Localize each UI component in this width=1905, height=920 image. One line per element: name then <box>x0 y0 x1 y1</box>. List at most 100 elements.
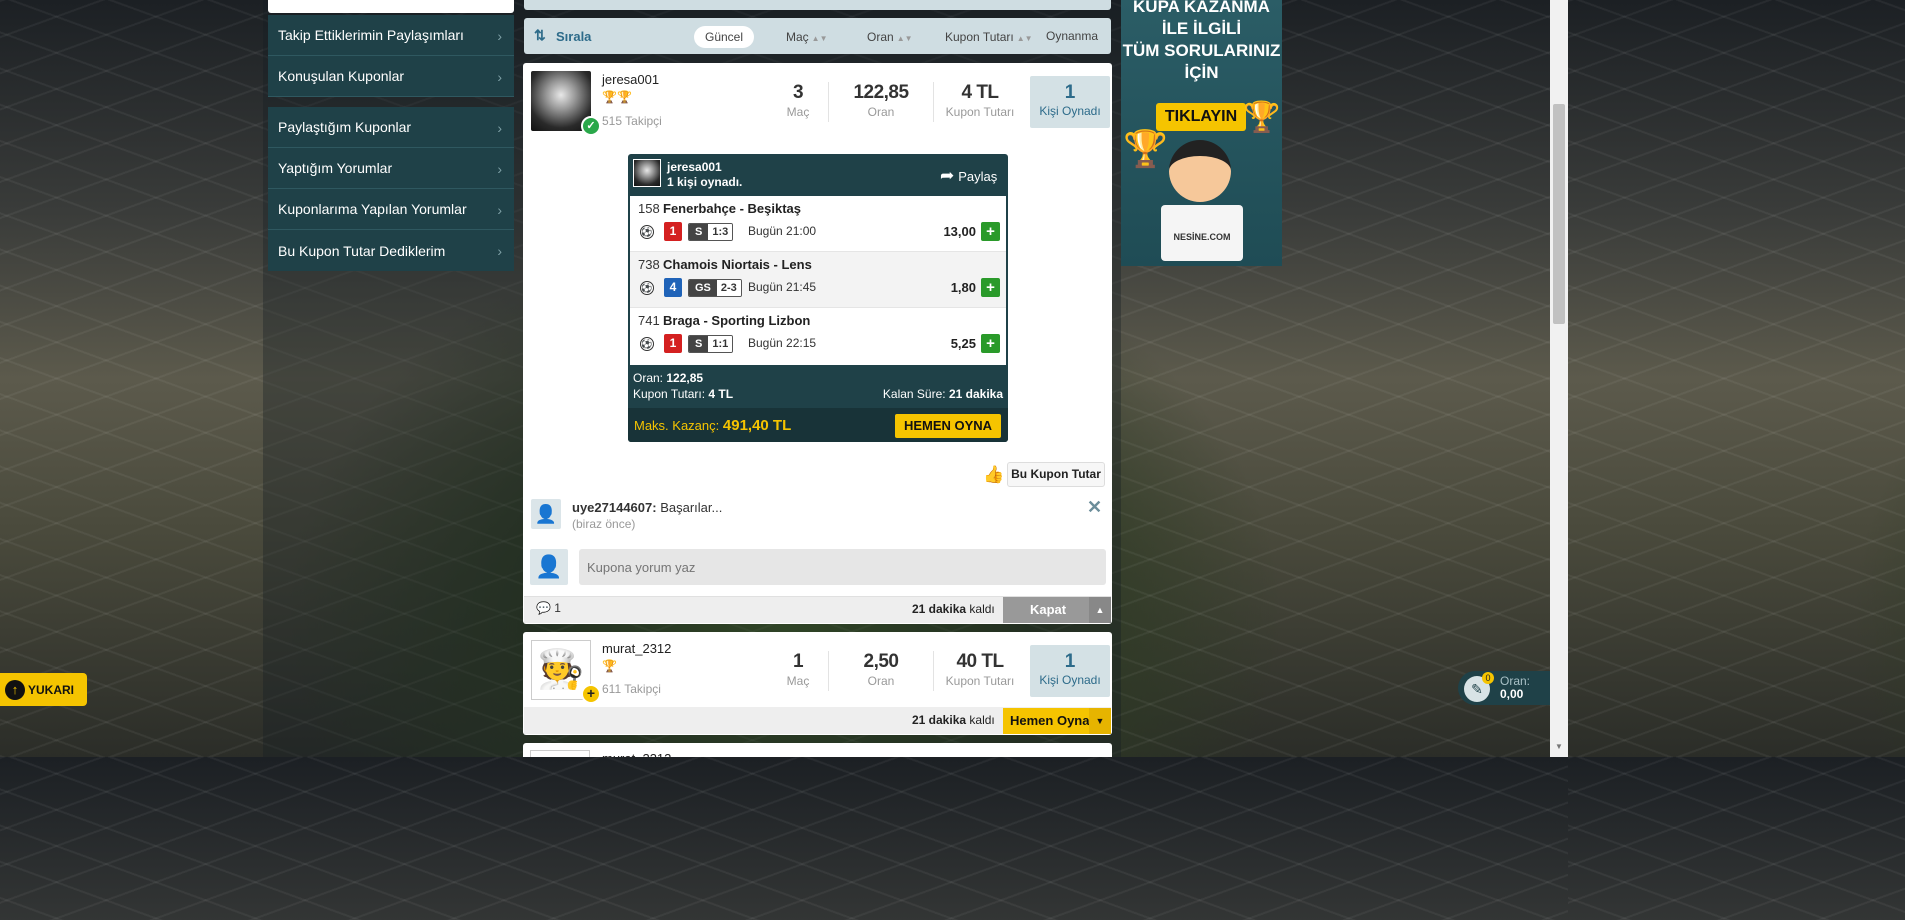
play-now-button[interactable]: Hemen Oyna ▼ <box>1003 708 1111 734</box>
played-value: 1 <box>1064 651 1076 672</box>
divider <box>828 651 829 691</box>
sidebar-item-my-shared-coupons[interactable]: Paylaştığım Kuponlar › <box>268 107 514 148</box>
match-name[interactable]: Chamois Niortais - Lens <box>663 257 812 272</box>
play-now-label: Hemen Oyna <box>1010 713 1090 728</box>
played-count-box[interactable]: 1 Kişi Oynadı <box>1030 645 1110 697</box>
chevron-right-icon: › <box>497 28 502 44</box>
scrollbar-down-arrow[interactable]: ▼ <box>1553 742 1565 754</box>
match-name[interactable]: Fenerbahçe - Beşiktaş <box>663 201 801 216</box>
match-odd: 13,00 <box>943 224 976 239</box>
match-row: 741 Braga - Sporting Lizbon ⚽ 1 S 1:1 Bug… <box>630 308 1006 364</box>
promo-banner[interactable]: KUPA KAZANMA İLE İLGİLİ TÜM SORULARINIZ … <box>1121 0 1282 266</box>
played-label: Kişi Oynadı <box>1039 104 1101 118</box>
time-left: 21 dakika kaldı <box>912 713 995 727</box>
scroll-to-top-button[interactable]: ↑ YUKARI <box>0 673 87 706</box>
divider <box>933 651 934 691</box>
coupon-will-win-button[interactable]: Bu Kupon Tutar <box>1007 462 1105 487</box>
sort-by-match-button[interactable]: Maç ▲▼ <box>786 30 828 44</box>
chevron-right-icon: › <box>497 243 502 259</box>
match-time: Bugün 22:15 <box>748 336 817 350</box>
sidebar-item-label: Takip Ettiklerimin Paylaşımları <box>278 27 464 43</box>
trophy-icon: 🏆 <box>1243 101 1281 134</box>
sidebar-item-coupon-will-win[interactable]: Bu Kupon Tutar Dediklerim › <box>268 230 514 271</box>
scrollbar-thumb[interactable] <box>1553 104 1565 324</box>
remaining-label: Kalan Süre: <box>882 387 946 401</box>
comment-bubble-icon: 💬 <box>536 601 551 615</box>
follower-count: 611 Takipçi <box>602 682 661 696</box>
sidebar-menu-group-2: Paylaştığım Kuponlar › Yaptığım Yorumlar… <box>268 107 514 271</box>
user-avatar[interactable] <box>530 750 590 757</box>
sort-label: Sırala <box>556 28 592 44</box>
sort-arrows-icon: ▲▼ <box>811 34 828 43</box>
sidebar-item-my-comments[interactable]: Yaptığım Yorumlar › <box>268 148 514 189</box>
odds-label: Oran: <box>633 371 664 385</box>
comment-input[interactable] <box>579 549 1106 585</box>
follow-plus-icon[interactable]: + <box>581 684 601 704</box>
match-row: 738 Chamois Niortais - Lens ⚽ 4 GS 2-3 Bu… <box>630 252 1006 308</box>
sort-arrows-icon: ▲▼ <box>1016 34 1033 43</box>
match-time: Bugün 21:00 <box>748 224 817 238</box>
stat-value: 4 TL <box>961 82 999 103</box>
betslip-count-badge: 0 <box>1482 672 1494 684</box>
market-handicap: 1:1 <box>708 336 733 352</box>
betslip-odds-label: Oran: <box>1500 674 1531 688</box>
sidebar-item-label: Konuşulan Kuponlar <box>278 68 405 84</box>
post-username[interactable]: murat_2312 <box>602 641 671 656</box>
post-username[interactable]: murat_2312 <box>602 751 671 757</box>
odds-value: 122,85 <box>666 371 704 385</box>
stat-odds: 122,85 Oran <box>840 82 922 119</box>
play-now-button[interactable]: HEMEN OYNA <box>895 414 1001 438</box>
coupon-total-odds: Oran: 122,85 <box>633 371 703 385</box>
comment-text: uye27144607: Başarılar... <box>572 500 722 515</box>
time-left-suffix: kaldı <box>969 602 995 616</box>
max-win: Maks. Kazanç: 491,40 TL <box>634 417 791 434</box>
share-arrow-icon: ➦ <box>940 166 955 185</box>
market-handicap: 2-3 <box>716 280 741 296</box>
trophy-icon: 🏆 <box>1123 128 1168 169</box>
match-name[interactable]: Braga - Sporting Lizbon <box>663 313 810 328</box>
match-id: 741 <box>638 313 660 328</box>
stat-coupon-amount: 4 TL Kupon Tutarı <box>940 82 1020 119</box>
close-comment-icon[interactable]: ✕ <box>1087 497 1102 518</box>
stat-label: Kupon Tutarı <box>945 674 1015 688</box>
post-username[interactable]: jeresa001 <box>602 72 659 87</box>
comment-count[interactable]: 💬 1 <box>536 601 561 615</box>
max-win-value: 491,40 TL <box>722 417 792 434</box>
sort-current-button[interactable]: Güncel <box>694 26 754 48</box>
market-type: S 1:3 <box>688 223 734 241</box>
scroll-to-top-label: YUKARI <box>28 682 75 697</box>
sidebar-item-discussed-coupons[interactable]: Konuşulan Kuponlar › <box>268 56 514 97</box>
sidebar-item-comments-on-my-coupons[interactable]: Kuponlarıma Yapılan Yorumlar › <box>268 189 514 230</box>
top-panel-remnant <box>524 0 1111 10</box>
sidebar-top-remnant <box>268 0 514 13</box>
chevron-down-icon: ▼ <box>1089 708 1111 734</box>
market-code: GS <box>689 280 717 296</box>
promo-line: İÇİN <box>1184 63 1219 82</box>
football-icon: ⚽ <box>640 225 654 239</box>
add-to-coupon-button[interactable]: + <box>981 222 1000 241</box>
football-icon: ⚽ <box>640 337 654 351</box>
match-odd: 1,80 <box>950 280 976 295</box>
sort-by-odds-button[interactable]: Oran ▲▼ <box>867 30 913 44</box>
thumbs-up-icon[interactable]: 👍 <box>983 465 1004 485</box>
share-label: Paylaş <box>958 168 998 184</box>
sidebar-item-following-shares[interactable]: Takip Ettiklerimin Paylaşımları › <box>268 15 514 56</box>
played-count-box[interactable]: 1 Kişi Oynadı <box>1030 76 1110 128</box>
close-coupon-button[interactable]: Kapat ▲ <box>1003 597 1111 623</box>
share-button[interactable]: ➦ Paylaş <box>940 166 997 186</box>
sort-by-amount-button[interactable]: Kupon Tutarı ▲▼ <box>945 30 1033 44</box>
promo-line: KUPA KAZANMA <box>1133 0 1270 16</box>
football-icon: ⚽ <box>640 281 654 295</box>
trophy-icon: 🏆 <box>602 659 617 673</box>
child-illustration <box>1169 140 1231 202</box>
verified-check-icon: ✓ <box>581 116 601 136</box>
add-to-coupon-button[interactable]: + <box>981 278 1000 297</box>
sidebar-item-label: Yaptığım Yorumlar <box>278 160 393 176</box>
add-to-coupon-button[interactable]: + <box>981 334 1000 353</box>
sort-by-played-button[interactable]: Oynanma <box>1046 29 1098 43</box>
market-code: S <box>689 336 709 352</box>
follower-count: 515 Takipçi <box>602 114 662 128</box>
pick-badge: 1 <box>664 334 682 353</box>
comment-user[interactable]: uye27144607: <box>572 500 657 515</box>
promo-cta[interactable]: TIKLAYIN <box>1156 103 1246 131</box>
